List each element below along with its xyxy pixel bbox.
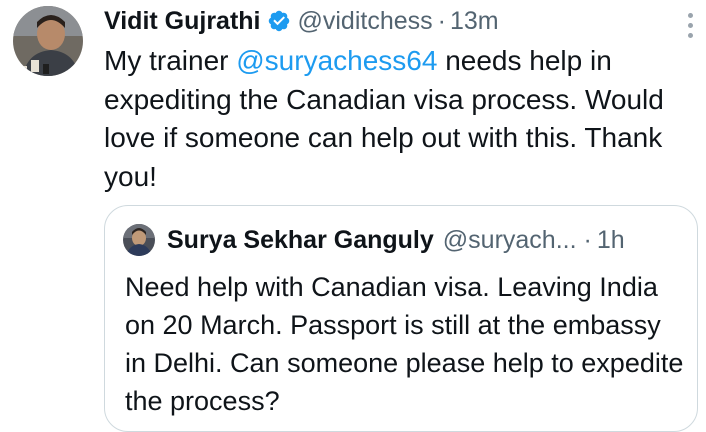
tweet-card[interactable]: Vidit Gujrathi @viditchess · 13m My trai… [0, 0, 706, 432]
tweet-header: Vidit Gujrathi @viditchess · 13m [104, 4, 499, 38]
quoted-author-avatar [123, 224, 155, 256]
header-separator: · [437, 7, 446, 35]
author-avatar[interactable] [13, 6, 83, 76]
quoted-tweet-text: Need help with Canadian visa. Leaving In… [125, 272, 684, 416]
more-options-icon[interactable] [680, 10, 700, 40]
quoted-author-handle: @suryach... [442, 225, 577, 254]
tweet-text-before: My trainer [104, 45, 237, 76]
profile-photo-icon [13, 6, 83, 76]
quoted-tweet-timestamp: 1h [596, 225, 625, 254]
quoted-author-display-name: Surya Sekhar Ganguly [167, 225, 434, 254]
quoted-tweet-header: Surya Sekhar Ganguly @suryach... · 1h [123, 222, 625, 258]
tweet-timestamp[interactable]: 13m [450, 4, 499, 38]
author-display-name[interactable]: Vidit Gujrathi [104, 4, 261, 38]
quoted-header-separator: · [583, 225, 592, 254]
mention-link[interactable]: @suryachess64 [236, 45, 437, 76]
verified-badge-icon [267, 9, 291, 33]
tweet-text: My trainer @suryachess64 needs help in e… [104, 42, 699, 196]
profile-photo-icon [123, 224, 155, 256]
author-handle[interactable]: @viditchess [298, 4, 433, 38]
quoted-tweet-card[interactable]: Surya Sekhar Ganguly @suryach... · 1h Ne… [104, 205, 698, 432]
